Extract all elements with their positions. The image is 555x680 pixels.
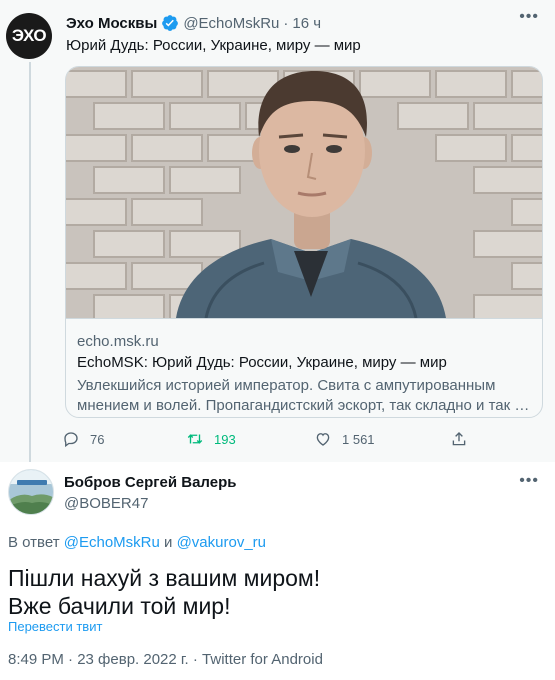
tweet-timestamp-source[interactable]: 8:49 PM · 23 февр. 2022 г. · Twitter for… [8, 651, 323, 668]
share-button[interactable] [450, 428, 468, 450]
reply-to-mention-1[interactable]: @EchoMskRu [64, 534, 160, 551]
card-title: EchoMSK: Юрий Дудь: России, Украине, мир… [77, 354, 447, 371]
reply-count: 76 [90, 431, 105, 447]
translate-tweet-link[interactable]: Перевести твит [8, 619, 102, 634]
card-photo [66, 67, 542, 318]
separator-dot: · [283, 14, 289, 32]
tweet-time[interactable]: 16 ч [292, 15, 321, 32]
echo-logo: ЭХО [11, 26, 47, 45]
parent-tweet[interactable]: ЭХО Эхо Москвы @EchoMskRu · 16 ч ••• Юри… [0, 0, 555, 462]
reply-prefix: В ответ [8, 534, 60, 551]
retweet-count: 193 [214, 431, 236, 447]
heart-icon [316, 433, 330, 446]
reply-author-avatar[interactable] [8, 469, 54, 515]
author-name[interactable]: Эхо Москвы [66, 15, 157, 32]
like-count: 1 561 [342, 431, 375, 447]
reply-to-line: В ответ @EchoMskRu и @vakurov_ru [8, 534, 266, 551]
card-body: echo.msk.ru EchoMSK: Юрий Дудь: России, … [66, 318, 542, 417]
card-image [66, 67, 542, 318]
reply-author-name[interactable]: Бобров Сергей Валерь [64, 474, 236, 491]
reply-tweet-text: Пішли нахуй з вашим миром! Вже бачили то… [8, 564, 538, 620]
author-avatar[interactable]: ЭХО [6, 13, 52, 59]
retweet-button[interactable]: 193 [186, 428, 236, 450]
more-icon[interactable]: ••• [519, 472, 539, 490]
retweet-icon [187, 434, 203, 444]
reply-icon [64, 432, 78, 448]
verified-badge-icon [162, 15, 179, 31]
reply-button[interactable]: 76 [62, 428, 104, 450]
reply-to-mention-2[interactable]: @vakurov_ru [177, 534, 266, 551]
reply-text-line-1: Пішли нахуй з вашим миром! [8, 565, 321, 591]
more-icon[interactable]: ••• [519, 8, 539, 26]
thread-connector-line [29, 62, 31, 462]
reply-author-handle[interactable]: @BOBER47 [64, 495, 148, 512]
link-preview-card[interactable]: echo.msk.ru EchoMSK: Юрий Дудь: России, … [65, 66, 543, 418]
reply-and: и [164, 534, 173, 551]
reply-text-line-2: Вже бачили той мир! [8, 593, 231, 619]
author-handle[interactable]: @EchoMskRu [183, 15, 279, 32]
like-button[interactable]: 1 561 [314, 428, 375, 450]
avatar-picture [9, 470, 53, 514]
tweet-header: Эхо Москвы @EchoMskRu · 16 ч [66, 13, 321, 33]
share-icon [452, 432, 466, 446]
tweet-actions: 76 193 1 561 [62, 428, 482, 450]
card-domain: echo.msk.ru [77, 333, 159, 350]
tweet-text: Юрий Дудь: России, Украине, миру — мир [66, 37, 361, 54]
card-description: Увлекшийся историей император. Свита с а… [77, 377, 530, 414]
